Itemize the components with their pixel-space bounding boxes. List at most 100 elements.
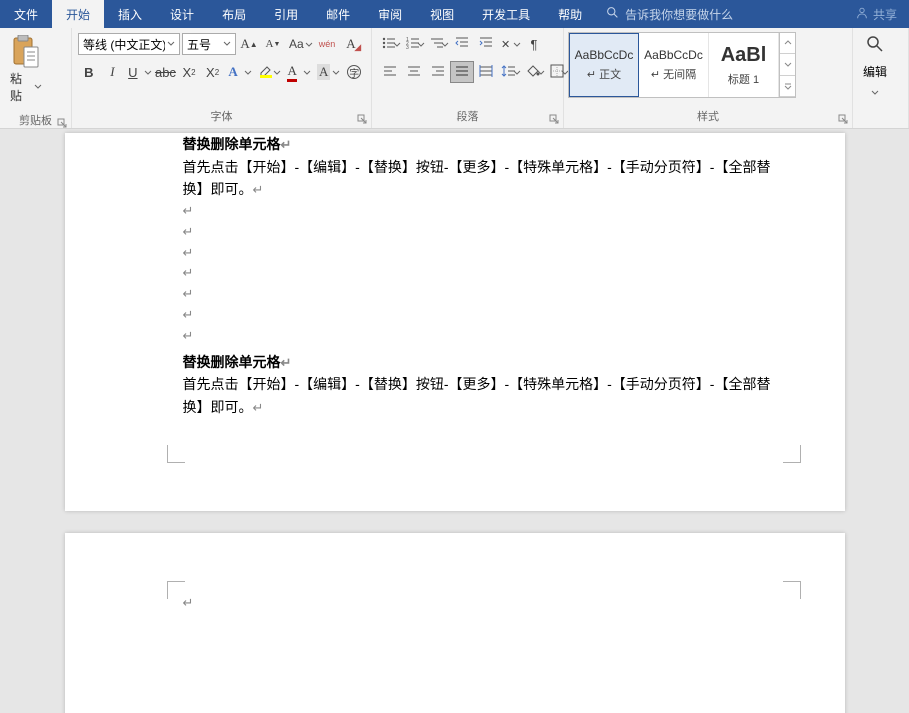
font-size-combo[interactable]: 五号 bbox=[182, 33, 236, 55]
style-no-spacing[interactable]: AaBbCcDc ↵ 无间隔 bbox=[639, 33, 709, 97]
copy-button[interactable] bbox=[48, 60, 70, 82]
svg-text:3: 3 bbox=[406, 45, 409, 51]
page-1[interactable]: 替换删除单元格↵ 首先点击【开始】-【编辑】-【替换】按钮-【更多】-【特殊单元… bbox=[65, 133, 845, 511]
chevron-down-icon bbox=[871, 84, 879, 102]
paste-button[interactable]: 粘贴 bbox=[6, 32, 46, 106]
show-marks-button[interactable]: ¶ bbox=[522, 33, 546, 55]
group-label-styles: 样式 bbox=[564, 106, 852, 128]
chevron-down-icon bbox=[165, 40, 177, 48]
align-left-button[interactable] bbox=[378, 61, 402, 83]
asian-layout-button[interactable]: ✕ bbox=[498, 33, 522, 55]
align-right-button[interactable] bbox=[426, 61, 450, 83]
tab-review[interactable]: 审阅 bbox=[364, 0, 416, 28]
justify-button[interactable] bbox=[450, 61, 474, 83]
outdent-icon bbox=[454, 35, 470, 54]
tab-mailings[interactable]: 邮件 bbox=[312, 0, 364, 28]
align-right-icon bbox=[430, 63, 446, 82]
paragraph-text: 首先点击【开始】-【编辑】-【替换】按钮-【更多】-【特殊单元格】-【手动分页符… bbox=[183, 156, 785, 201]
group-label-font: 字体 bbox=[72, 106, 371, 128]
tab-file[interactable]: 文件 bbox=[0, 0, 52, 28]
multilevel-list-button[interactable] bbox=[426, 33, 450, 55]
ribbon: 粘贴 剪贴板 等线 (中文正文) 五号 A▲ A▼ Aa wén A◢ B bbox=[0, 28, 909, 129]
bold-button[interactable]: B bbox=[78, 61, 100, 83]
font-color-button[interactable]: A bbox=[284, 61, 312, 83]
paragraph-text: 首先点击【开始】-【编辑】-【替换】按钮-【更多】-【特殊单元格】-【手动分页符… bbox=[183, 373, 785, 418]
text-effects-button[interactable]: A bbox=[225, 61, 253, 83]
highlight-button[interactable] bbox=[255, 61, 283, 83]
tab-developer[interactable]: 开发工具 bbox=[468, 0, 544, 28]
find-icon bbox=[865, 34, 885, 59]
share-button[interactable]: 共享 bbox=[843, 0, 909, 28]
style-normal[interactable]: AaBbCcDc ↵ 正文 bbox=[569, 33, 639, 97]
heading: 替换删除单元格↵ bbox=[183, 133, 785, 156]
font-name-combo[interactable]: 等线 (中文正文) bbox=[78, 33, 180, 55]
clear-formatting-button[interactable]: A◢ bbox=[340, 33, 362, 55]
tab-design[interactable]: 设计 bbox=[156, 0, 208, 28]
margin-corner bbox=[783, 445, 801, 463]
menu-bar: 文件 开始 插入 设计 布局 引用 邮件 审阅 视图 开发工具 帮助 告诉我你想… bbox=[0, 0, 909, 28]
cut-button[interactable] bbox=[48, 34, 70, 56]
decrease-indent-button[interactable] bbox=[450, 33, 474, 55]
underline-button[interactable]: U bbox=[125, 61, 153, 83]
group-label-clipboard: 剪贴板 bbox=[0, 110, 71, 132]
asian-layout-icon: ✕ bbox=[501, 38, 510, 51]
grow-font-button[interactable]: A▲ bbox=[238, 33, 260, 55]
heading: 替换删除单元格↵ bbox=[183, 351, 785, 374]
group-editing: 编辑 bbox=[853, 28, 909, 128]
numbering-button[interactable]: 123 bbox=[402, 33, 426, 55]
dialog-launcher-icon[interactable] bbox=[357, 114, 367, 124]
increase-indent-button[interactable] bbox=[474, 33, 498, 55]
tell-me-search[interactable]: 告诉我你想要做什么 bbox=[596, 0, 743, 28]
margin-corner bbox=[167, 445, 185, 463]
chevron-down-icon bbox=[34, 80, 42, 94]
align-center-icon bbox=[406, 63, 422, 82]
gallery-more-button[interactable] bbox=[780, 76, 795, 97]
group-font: 等线 (中文正文) 五号 A▲ A▼ Aa wén A◢ B I U abc X… bbox=[72, 28, 372, 128]
editing-button[interactable]: 编辑 bbox=[853, 28, 897, 102]
group-clipboard: 粘贴 剪贴板 bbox=[0, 28, 72, 128]
italic-button[interactable]: I bbox=[102, 61, 124, 83]
change-case-button[interactable]: Aa bbox=[286, 33, 314, 55]
style-heading-1[interactable]: AaBl 标题 1 bbox=[709, 33, 779, 97]
page-2[interactable]: ↵ bbox=[65, 533, 845, 713]
enclose-char-button[interactable]: 字 bbox=[343, 61, 365, 83]
paste-icon bbox=[10, 34, 42, 70]
tell-me-label: 告诉我你想要做什么 bbox=[625, 6, 733, 23]
align-center-button[interactable] bbox=[402, 61, 426, 83]
strikethrough-button[interactable]: abc bbox=[155, 61, 177, 83]
tab-layout[interactable]: 布局 bbox=[208, 0, 260, 28]
group-paragraph: 123 ✕ ¶ AZ↓ 段落 bbox=[372, 28, 564, 128]
tab-help[interactable]: 帮助 bbox=[544, 0, 596, 28]
gallery-down-button[interactable] bbox=[780, 54, 795, 75]
styles-gallery: AaBbCcDc ↵ 正文 AaBbCcDc ↵ 无间隔 AaBl 标题 1 bbox=[568, 32, 796, 98]
subscript-button[interactable]: X2 bbox=[178, 61, 200, 83]
line-spacing-button[interactable] bbox=[498, 61, 522, 83]
distribute-button[interactable] bbox=[474, 61, 498, 83]
shrink-font-button[interactable]: A▼ bbox=[262, 33, 284, 55]
pilcrow-icon: ¶ bbox=[531, 37, 538, 52]
document-scroll-area[interactable]: 替换删除单元格↵ 首先点击【开始】-【编辑】-【替换】按钮-【更多】-【特殊单元… bbox=[0, 129, 909, 713]
tab-view[interactable]: 视图 bbox=[416, 0, 468, 28]
tab-references[interactable]: 引用 bbox=[260, 0, 312, 28]
tab-insert[interactable]: 插入 bbox=[104, 0, 156, 28]
bullets-button[interactable] bbox=[378, 33, 402, 55]
align-left-icon bbox=[382, 63, 398, 82]
share-icon bbox=[855, 6, 869, 23]
dialog-launcher-icon[interactable] bbox=[838, 114, 848, 124]
group-styles: AaBbCcDc ↵ 正文 AaBbCcDc ↵ 无间隔 AaBl 标题 1 bbox=[564, 28, 853, 128]
superscript-button[interactable]: X2 bbox=[202, 61, 224, 83]
phonetic-guide-button[interactable]: wén bbox=[316, 33, 338, 55]
dialog-launcher-icon[interactable] bbox=[549, 114, 559, 124]
tab-home[interactable]: 开始 bbox=[52, 0, 104, 28]
margin-corner bbox=[783, 581, 801, 599]
dialog-launcher-icon[interactable] bbox=[57, 118, 67, 128]
char-shading-button[interactable]: A bbox=[314, 61, 342, 83]
indent-icon bbox=[478, 35, 494, 54]
group-label-editing bbox=[853, 122, 908, 128]
shading-button[interactable] bbox=[522, 61, 546, 83]
eraser-icon: A◢ bbox=[346, 36, 355, 52]
format-painter-button[interactable] bbox=[48, 86, 70, 108]
gallery-up-button[interactable] bbox=[780, 33, 795, 54]
group-label-paragraph: 段落 bbox=[372, 106, 563, 128]
distribute-icon bbox=[478, 63, 494, 82]
